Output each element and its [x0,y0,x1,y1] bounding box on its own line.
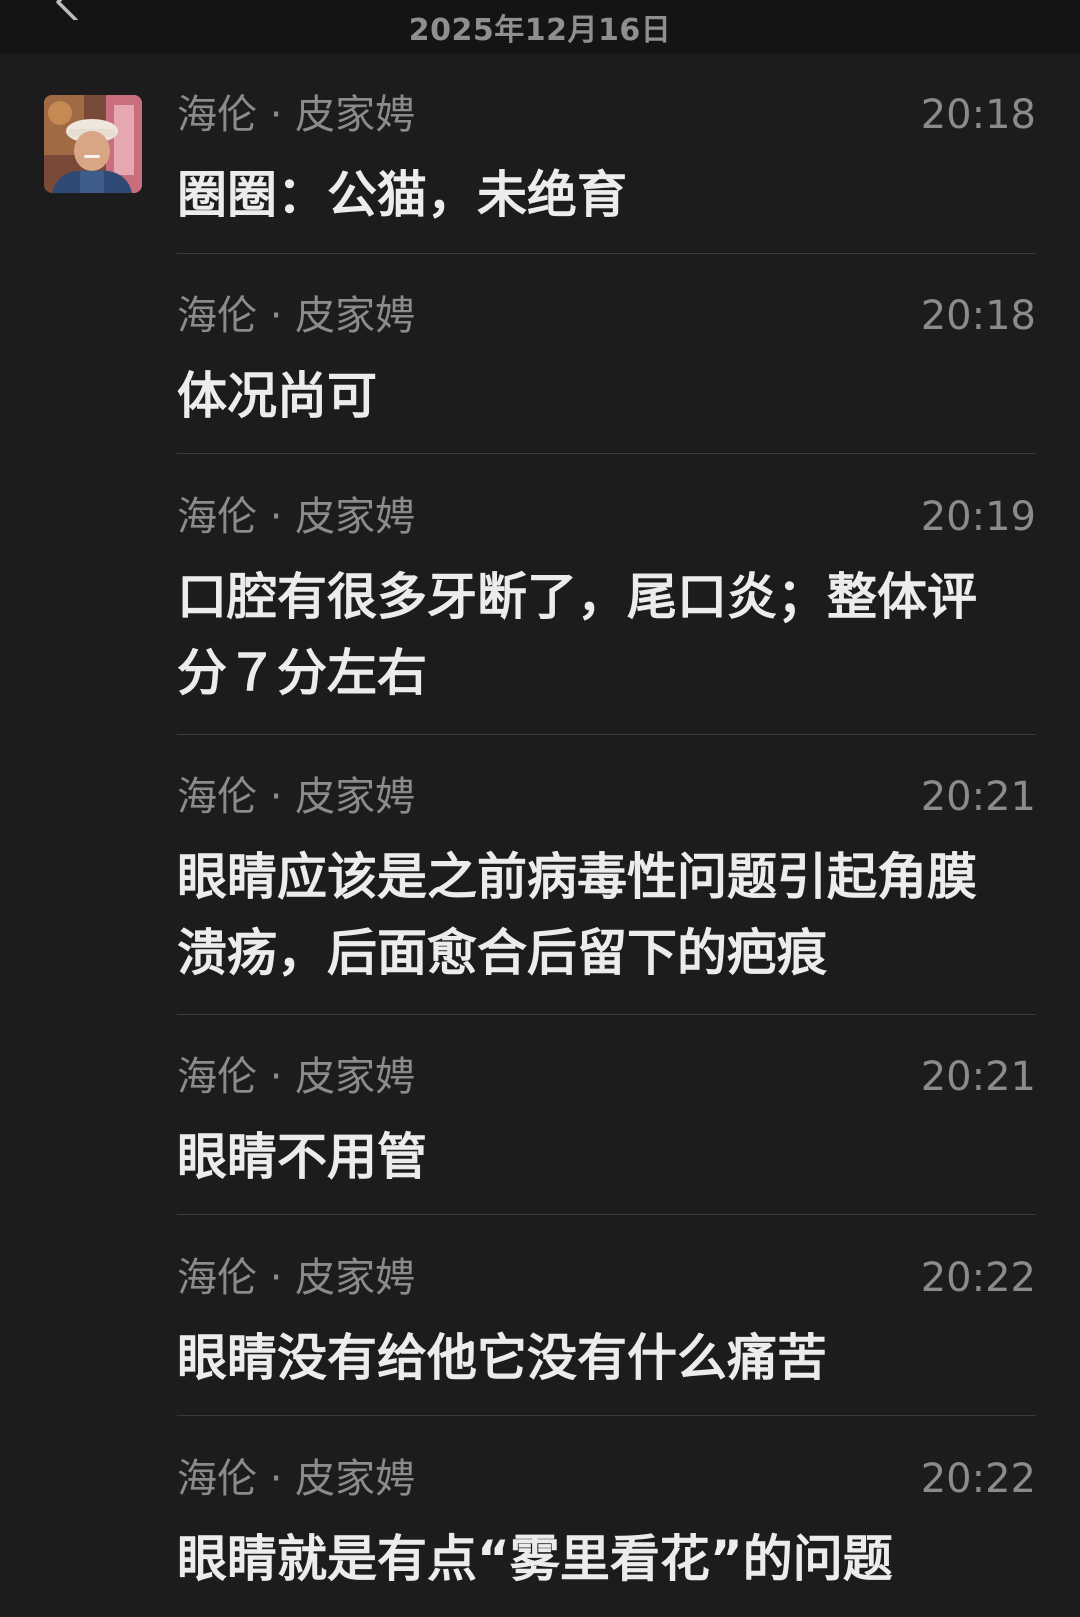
sender-name: 海伦 · 皮家娉 [177,1456,416,1502]
message-time: 20:21 [920,1054,1036,1100]
message-text: 体况尚可 [177,367,377,425]
message-text: 眼睛不用管 [177,1128,427,1186]
divider [177,734,1036,735]
message-time: 20:22 [920,1255,1036,1301]
message-text: 眼睛应该是之前病毒性问题引起角膜溃疡，后面愈合后留下的疤痕 [177,848,977,982]
message-text: 眼睛没有给他它没有什么痛苦 [177,1329,827,1387]
avatar[interactable] [44,95,142,193]
divider [177,1214,1036,1215]
message-time: 20:21 [920,774,1036,820]
sender-name: 海伦 · 皮家娉 [177,1255,416,1301]
message-time: 20:22 [920,1456,1036,1502]
divider [177,1415,1036,1416]
user-avatar-photo [44,95,142,193]
sender-name: 海伦 · 皮家娉 [177,293,416,339]
divider [177,1014,1036,1015]
message-time: 20:19 [920,494,1036,540]
sender-name: 海伦 · 皮家娉 [177,494,416,540]
sender-name: 海伦 · 皮家娉 [177,774,416,820]
date-header: 2025年12月16日 [408,13,672,48]
top-bar: 2025年12月16日 [0,0,1080,53]
message-time: 20:18 [920,92,1036,138]
message-text: 眼睛就是有点“雾里看花”的问题 [177,1530,893,1588]
message-text: 圈圈：公猫，未绝育 [177,166,627,224]
divider [177,453,1036,454]
sender-name: 海伦 · 皮家娉 [177,92,416,138]
divider [177,253,1036,254]
message-text: 口腔有很多牙断了，尾口炎；整体评分７分左右 [177,568,977,702]
sender-name: 海伦 · 皮家娉 [177,1054,416,1100]
message-time: 20:18 [920,293,1036,339]
